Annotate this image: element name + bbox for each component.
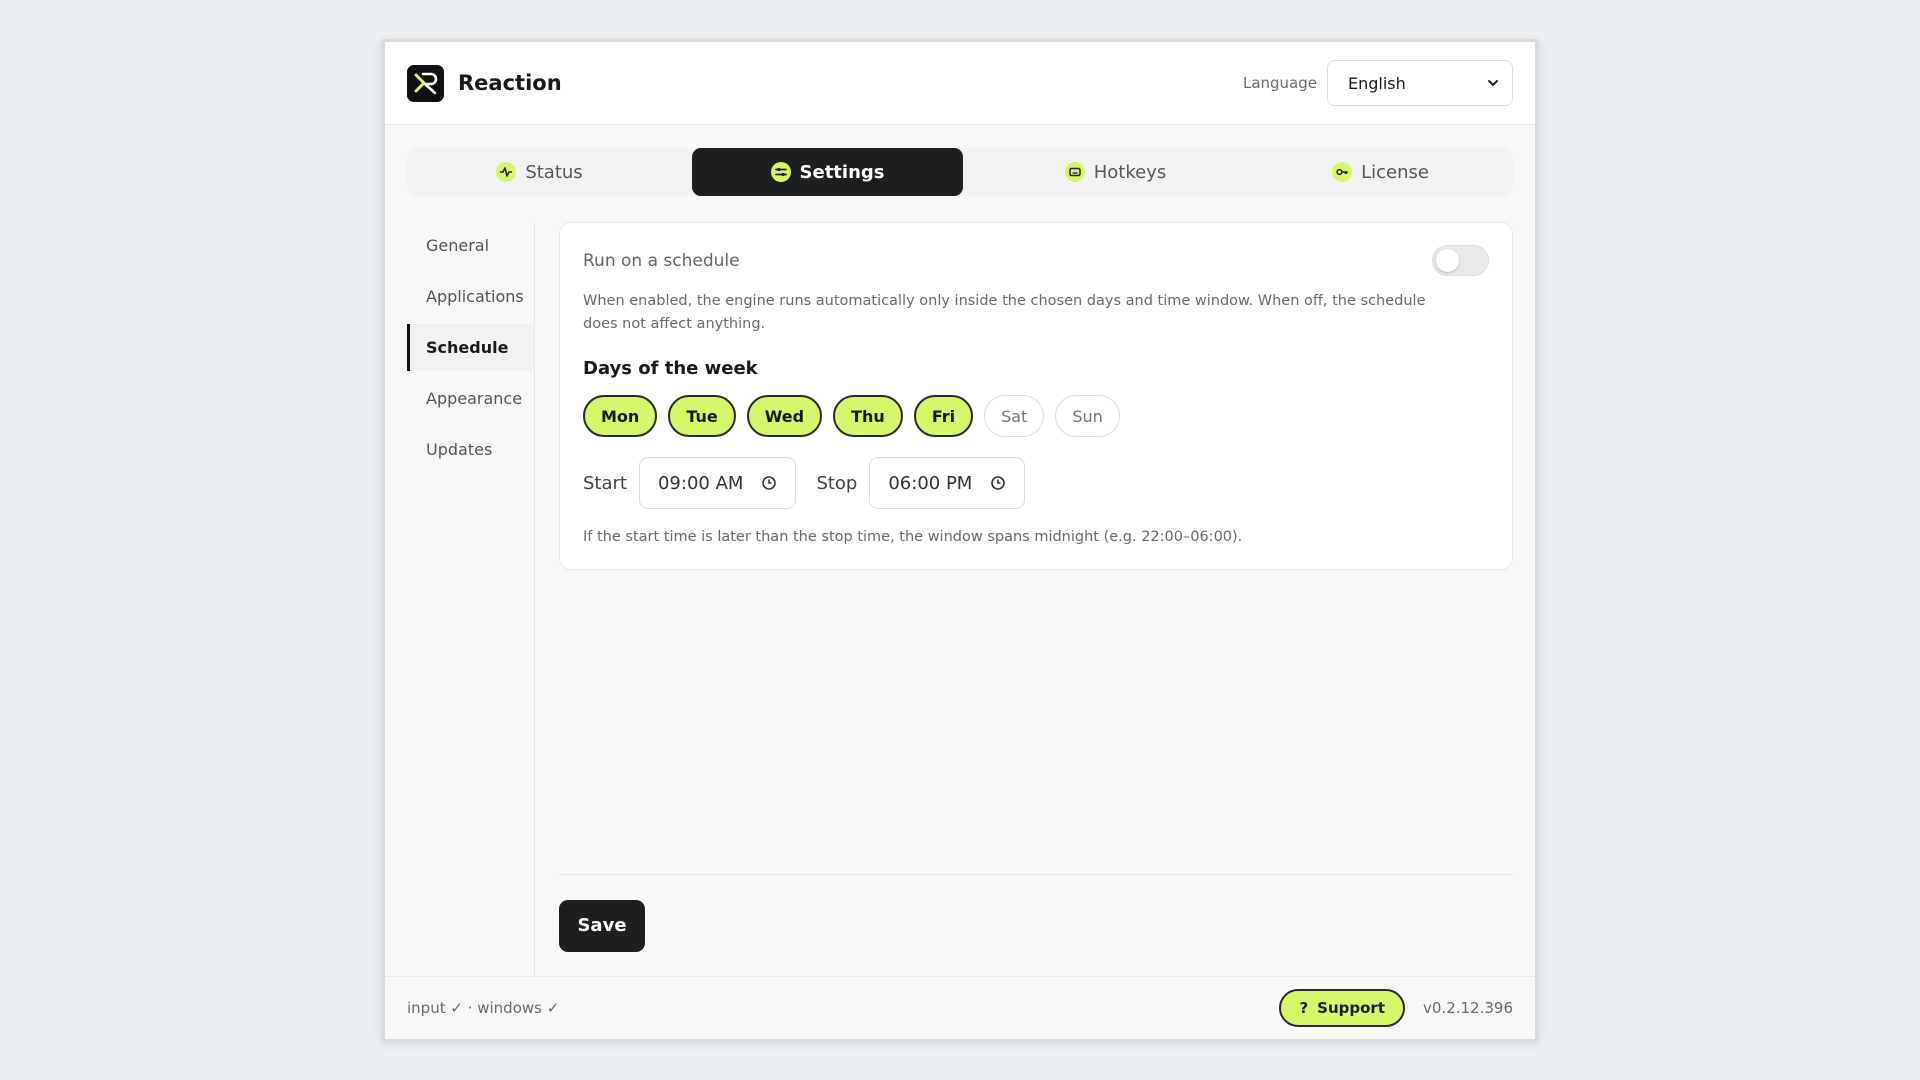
- stop-time-value: 06:00 PM: [888, 472, 973, 494]
- brand: Reaction: [407, 64, 562, 102]
- sidebar-item-schedule[interactable]: Schedule: [407, 324, 534, 371]
- logo-icon: [407, 64, 444, 102]
- start-label: Start: [583, 472, 627, 494]
- tab-settings[interactable]: Settings: [692, 148, 963, 196]
- schedule-toggle[interactable]: [1432, 245, 1489, 276]
- language-value: English: [1348, 73, 1406, 93]
- key-icon: [1332, 162, 1353, 182]
- pulse-icon: [496, 162, 517, 182]
- tab-status[interactable]: Status: [407, 148, 672, 196]
- save-row: Save: [559, 875, 1513, 976]
- schedule-toggle-row: Run on a schedule: [583, 245, 1489, 276]
- header: Reaction Language English: [385, 42, 1535, 125]
- keyboard-icon: [1064, 162, 1085, 182]
- save-button[interactable]: Save: [559, 899, 645, 952]
- time-window-row: Start 09:00 AM Stop 06:00 PM: [583, 457, 1489, 509]
- sidebar-item-updates[interactable]: Updates: [407, 426, 534, 473]
- day-sat[interactable]: Sat: [984, 395, 1045, 437]
- sidebar-item-general[interactable]: General: [407, 222, 534, 269]
- stop-time-input[interactable]: 06:00 PM: [869, 457, 1026, 509]
- main-area: Status Settings Hotkeys License General …: [385, 125, 1535, 976]
- days-title: Days of the week: [583, 358, 758, 379]
- day-wed[interactable]: Wed: [746, 395, 823, 437]
- tab-bar: Status Settings Hotkeys License: [407, 148, 1513, 196]
- toggle-knob: [1436, 249, 1459, 272]
- schedule-card: Run on a schedule When enabled, the engi…: [559, 222, 1513, 570]
- tab-label: Settings: [799, 161, 885, 183]
- help-icon: ?: [1299, 999, 1309, 1017]
- language-picker: Language English: [1243, 60, 1513, 106]
- day-mon[interactable]: Mon: [583, 395, 658, 437]
- day-thu[interactable]: Thu: [833, 395, 903, 437]
- chevron-down-icon: [1488, 80, 1498, 87]
- support-button[interactable]: ? Support: [1279, 989, 1405, 1027]
- app-title: Reaction: [458, 71, 562, 95]
- sidebar-item-appearance[interactable]: Appearance: [407, 375, 534, 422]
- clock-icon: [762, 476, 777, 490]
- midnight-hint: If the start time is later than the stop…: [583, 529, 1243, 545]
- settings-body: General Applications Schedule Appearance…: [407, 222, 1513, 976]
- tab-label: Hotkeys: [1093, 161, 1167, 183]
- day-tue[interactable]: Tue: [668, 395, 736, 437]
- tab-label: License: [1361, 161, 1429, 183]
- language-select[interactable]: English: [1327, 60, 1513, 106]
- schedule-description: When enabled, the engine runs automatica…: [583, 293, 1426, 332]
- tab-label: Status: [525, 161, 583, 183]
- clock-icon: [991, 476, 1006, 490]
- tab-hotkeys[interactable]: Hotkeys: [983, 148, 1248, 196]
- app-window: Reaction Language English Status Setting…: [382, 39, 1538, 1042]
- day-sun[interactable]: Sun: [1055, 395, 1120, 437]
- settings-sidebar: General Applications Schedule Appearance…: [407, 222, 535, 976]
- start-time-input[interactable]: 09:00 AM: [638, 457, 797, 509]
- schedule-panel: Run on a schedule When enabled, the engi…: [559, 222, 1513, 976]
- day-selector: Mon Tue Wed Thu Fri Sat Sun: [583, 395, 1489, 437]
- sliders-icon: [770, 162, 791, 182]
- footer: input ✓ · windows ✓ ? Support v0.2.12.39…: [385, 976, 1535, 1039]
- start-time-value: 09:00 AM: [657, 472, 744, 494]
- day-fri[interactable]: Fri: [913, 395, 974, 437]
- footer-right: ? Support v0.2.12.396: [1279, 989, 1513, 1027]
- support-label: Support: [1317, 999, 1385, 1017]
- sidebar-item-applications[interactable]: Applications: [407, 273, 534, 320]
- engine-status: input ✓ · windows ✓: [407, 999, 560, 1017]
- stop-label: Stop: [816, 472, 858, 494]
- version-label: v0.2.12.396: [1423, 999, 1513, 1017]
- language-label: Language: [1242, 74, 1317, 92]
- tab-license[interactable]: License: [1248, 148, 1513, 196]
- schedule-toggle-label: Run on a schedule: [583, 250, 740, 271]
